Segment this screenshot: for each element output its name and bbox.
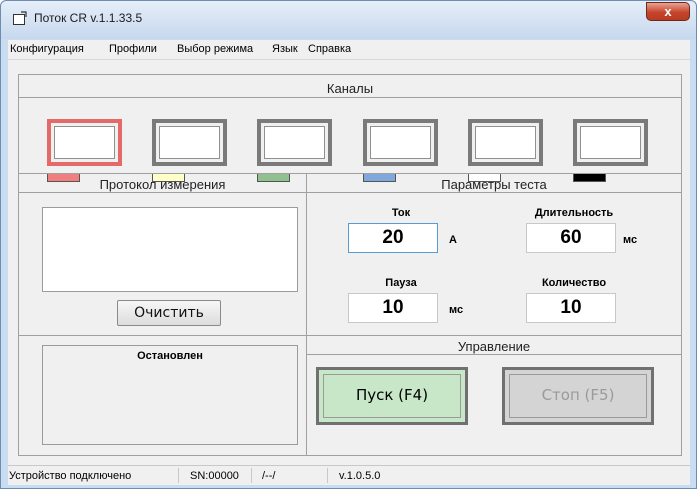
clear-button[interactable]: Очистить [117, 300, 221, 326]
title-bar: Поток CR v.1.1.33.5 x [1, 1, 696, 39]
channel-1-box[interactable] [47, 119, 122, 166]
stop-button[interactable]: Стоп (F5) [502, 367, 654, 425]
divider [19, 97, 681, 98]
channel-5-box[interactable] [468, 119, 543, 166]
menu-language[interactable]: Язык [272, 43, 298, 55]
divider [19, 192, 306, 193]
start-button[interactable]: Пуск (F4) [316, 367, 468, 425]
menu-help[interactable]: Справка [308, 43, 351, 55]
duration-unit: мс [623, 234, 638, 246]
connection-status: Устройство подключено [9, 470, 132, 482]
control-title: Управление [457, 339, 531, 354]
pause-label: Пауза [385, 277, 417, 289]
close-button[interactable]: x [646, 2, 690, 21]
divider [307, 192, 681, 193]
divider [307, 335, 681, 336]
client-area: Каналы Протокол измерения Очистить Остан… [8, 60, 690, 465]
current-unit: А [449, 234, 457, 246]
status-bar: Устройство подключено SN:00000 /--/ v.1.… [8, 465, 690, 485]
run-status: Остановлен [137, 350, 203, 362]
stop-button-label: Стоп (F5) [509, 374, 647, 418]
serial-number: SN:00000 [190, 470, 239, 482]
protocol-log[interactable] [42, 207, 298, 292]
protocol-title: Протокол измерения [99, 177, 226, 192]
current-label: Ток [391, 207, 411, 219]
channel-3-box[interactable] [257, 119, 332, 166]
pause-field[interactable]: 10 [348, 293, 438, 323]
params-title: Параметры теста [441, 177, 547, 192]
menu-profiles[interactable]: Профили [109, 43, 157, 55]
vertical-divider [306, 173, 307, 455]
menu-configuration[interactable]: Конфигурация [10, 43, 84, 55]
channels-title: Каналы [326, 81, 374, 96]
divider [19, 173, 681, 174]
firmware-version: v.1.0.5.0 [339, 470, 381, 482]
pause-unit: мс [449, 304, 464, 316]
status-box: Остановлен [42, 345, 298, 445]
duration-label: Длительность [534, 207, 614, 219]
app-window: Поток CR v.1.1.33.5 x Конфигурация Профи… [0, 0, 697, 489]
window-title: Поток CR v.1.1.33.5 [34, 11, 143, 25]
divider [307, 354, 681, 355]
channel-6-box[interactable] [573, 119, 648, 166]
channel-4-box[interactable] [363, 119, 438, 166]
menu-mode-select[interactable]: Выбор режима [177, 43, 253, 55]
channel-2-box[interactable] [152, 119, 227, 166]
count-label: Количество [541, 277, 607, 289]
start-button-label: Пуск (F4) [323, 374, 461, 418]
main-panel: Каналы Протокол измерения Очистить Остан… [18, 74, 682, 456]
count-field[interactable]: 10 [526, 293, 616, 323]
divider [19, 335, 306, 336]
current-field[interactable]: 20 [348, 223, 438, 253]
window-icon [13, 11, 27, 25]
duration-field[interactable]: 60 [526, 223, 616, 253]
menu-bar: Конфигурация Профили Выбор режима Язык С… [8, 40, 690, 60]
device-path: /--/ [262, 470, 276, 482]
